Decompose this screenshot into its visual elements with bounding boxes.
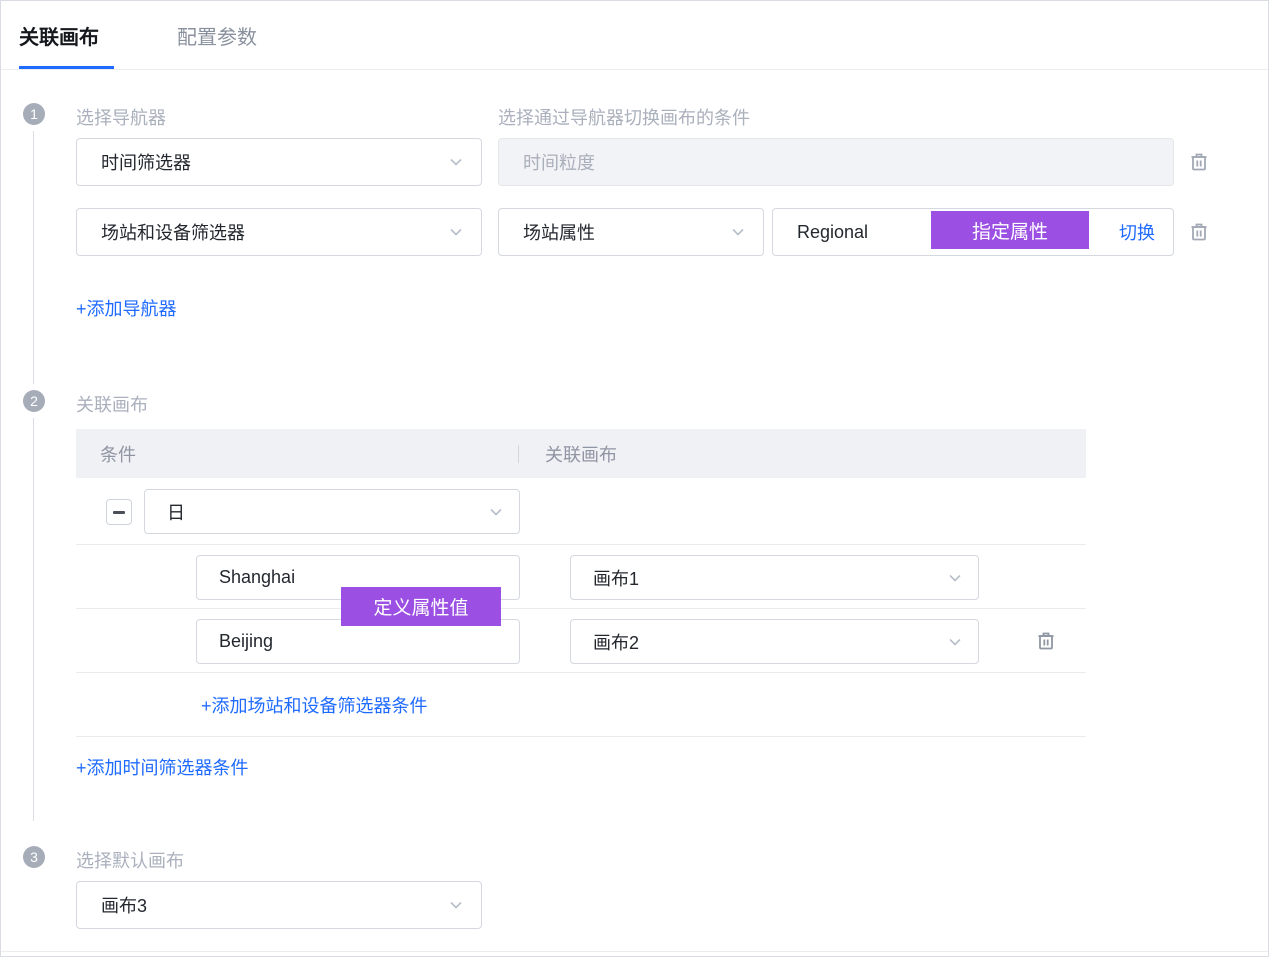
time-granularity-placeholder: 时间粒度 [523,149,595,175]
delete-navigator-row1-button[interactable] [1187,150,1211,174]
navigator-select-station-device-value: 场站和设备筛选器 [101,219,447,245]
station-value-1: Shanghai [219,567,295,588]
navigator-select-station-device[interactable]: 场站和设备筛选器 [76,208,482,256]
column-header-condition: 条件 [76,441,518,467]
station-value-2: Beijing [219,631,273,652]
time-condition-select[interactable]: 日 [144,489,520,534]
chevron-down-icon [946,633,964,651]
chevron-down-icon [447,896,465,914]
time-condition-select-value: 日 [167,499,487,525]
tab-linked-canvas[interactable]: 关联画布 [19,21,99,50]
step3-number-badge: 3 [23,846,45,868]
add-time-condition-link[interactable]: +添加时间筛选器条件 [76,754,249,780]
add-station-condition-link[interactable]: +添加场站和设备筛选器条件 [201,692,428,718]
station-attribute-select-value: 场站属性 [523,219,729,245]
attribute-value-text: Regional [797,222,868,243]
minus-icon [113,511,125,514]
step3-title: 选择默认画布 [76,847,184,873]
navigator-select-time-value: 时间筛选器 [101,149,447,175]
canvas-select-2[interactable]: 画布2 [570,619,979,664]
bottom-divider [1,951,1268,952]
trash-icon [1187,150,1211,174]
delete-navigator-row2-button[interactable] [1187,220,1211,244]
step1-title: 选择导航器 [76,104,166,130]
step2-title: 关联画布 [76,391,148,417]
delete-condition-row-button[interactable] [1034,629,1058,653]
table-row-beijing: Beijing 画布2 [76,609,1086,673]
canvas-select-2-value: 画布2 [593,629,946,655]
step1-number-badge: 1 [23,103,45,125]
default-canvas-select[interactable]: 画布3 [76,881,482,929]
canvas-condition-table: 条件 关联画布 日 Shanghai 画布1 [76,429,1086,737]
tab-config-params[interactable]: 配置参数 [177,21,257,50]
canvas-select-1[interactable]: 画布1 [570,555,979,600]
canvas-select-1-value: 画布1 [593,565,946,591]
table-header-row: 条件 关联画布 [76,429,1086,478]
switch-attribute-link[interactable]: 切换 [1119,209,1155,255]
step-connector-line [33,131,34,384]
chevron-down-icon [946,569,964,587]
add-navigator-link[interactable]: +添加导航器 [76,295,177,321]
trash-icon [1034,629,1058,653]
time-granularity-input: 时间粒度 [498,138,1174,186]
step1-condition-title: 选择通过导航器切换画布的条件 [498,104,750,130]
define-attribute-value-badge: 定义属性值 [341,587,501,626]
chevron-down-icon [447,153,465,171]
collapse-condition-button[interactable] [106,499,132,525]
linked-canvas-panel: 关联画布 配置参数 1 选择导航器 选择通过导航器切换画布的条件 时间筛选器 时… [0,0,1269,957]
table-row-shanghai: Shanghai 画布1 [76,545,1086,609]
station-attribute-select[interactable]: 场站属性 [498,208,764,256]
table-row-add-station-condition: +添加场站和设备筛选器条件 [76,673,1086,737]
trash-icon [1187,220,1211,244]
step2-number-badge: 2 [23,390,45,412]
default-canvas-select-value: 画布3 [101,892,447,918]
chevron-down-icon [729,223,747,241]
step-connector-line [33,418,34,821]
table-row-time-condition: 日 [76,478,1086,545]
chevron-down-icon [447,223,465,241]
chevron-down-icon [487,503,505,521]
navigator-select-time[interactable]: 时间筛选器 [76,138,482,186]
tab-divider [1,69,1268,70]
column-header-canvas: 关联画布 [519,441,617,467]
specify-attribute-badge: 指定属性 [931,211,1089,249]
